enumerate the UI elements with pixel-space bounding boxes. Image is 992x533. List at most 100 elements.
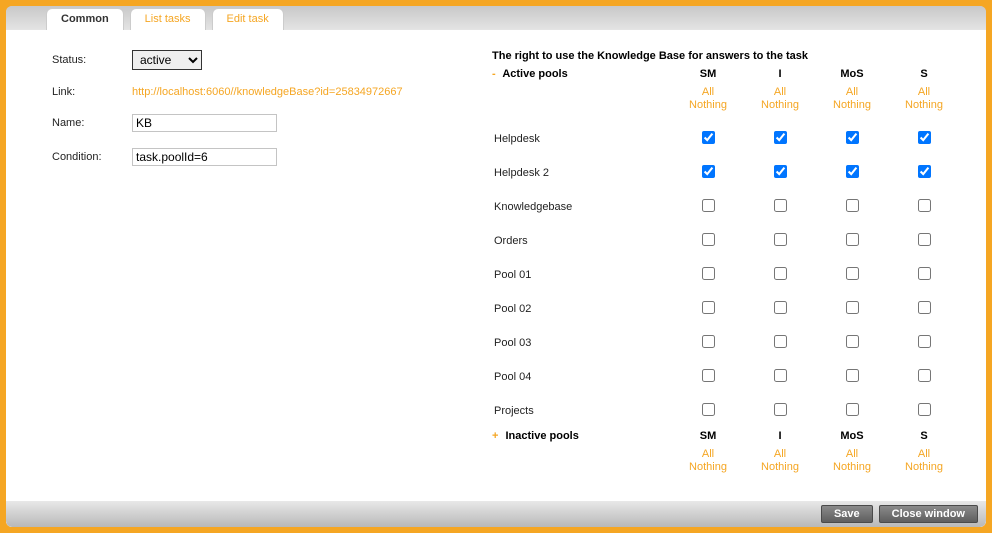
- permission-checkbox[interactable]: [846, 131, 859, 144]
- permission-checkbox[interactable]: [846, 403, 859, 416]
- pool-row: Helpdesk 2: [492, 156, 974, 190]
- all-s-active[interactable]: All: [888, 86, 960, 99]
- all-i-inactive[interactable]: All: [744, 448, 816, 461]
- nothing-sm-inactive[interactable]: Nothing: [672, 461, 744, 474]
- nothing-s-inactive[interactable]: Nothing: [888, 461, 960, 474]
- permission-checkbox[interactable]: [918, 335, 931, 348]
- permission-checkbox[interactable]: [918, 301, 931, 314]
- permission-checkbox[interactable]: [774, 131, 787, 144]
- pool-name: Pool 01: [492, 269, 672, 281]
- pool-row: Helpdesk: [492, 122, 974, 156]
- pool-name: Projects: [492, 405, 672, 417]
- all-mos-inactive[interactable]: All: [816, 448, 888, 461]
- pool-name: Orders: [492, 235, 672, 247]
- permission-checkbox[interactable]: [774, 335, 787, 348]
- permission-checkbox[interactable]: [702, 165, 715, 178]
- col-s: S: [888, 68, 960, 80]
- tabs-bar: Common List tasks Edit task: [6, 6, 986, 30]
- permission-checkbox[interactable]: [774, 301, 787, 314]
- permission-checkbox[interactable]: [774, 403, 787, 416]
- permission-checkbox[interactable]: [846, 267, 859, 280]
- pool-row: Pool 03: [492, 326, 974, 360]
- condition-label: Condition:: [52, 151, 132, 163]
- permission-checkbox[interactable]: [702, 335, 715, 348]
- permission-checkbox[interactable]: [918, 199, 931, 212]
- condition-input[interactable]: [132, 148, 277, 166]
- permission-checkbox[interactable]: [774, 267, 787, 280]
- nothing-s-active[interactable]: Nothing: [888, 99, 960, 112]
- rights-title: The right to use the Knowledge Base for …: [492, 50, 974, 62]
- tab-list-tasks[interactable]: List tasks: [130, 8, 206, 30]
- footer-bar: Save Close window: [6, 501, 986, 527]
- tab-edit-task[interactable]: Edit task: [212, 8, 284, 30]
- col-sm-inactive: SM: [672, 430, 744, 442]
- nothing-mos-active[interactable]: Nothing: [816, 99, 888, 112]
- inactive-toggle-icon[interactable]: +: [492, 430, 498, 442]
- permission-checkbox[interactable]: [918, 267, 931, 280]
- permission-checkbox[interactable]: [846, 335, 859, 348]
- pool-row: Pool 01: [492, 258, 974, 292]
- pool-name: Pool 02: [492, 303, 672, 315]
- permission-checkbox[interactable]: [702, 233, 715, 246]
- permission-checkbox[interactable]: [918, 403, 931, 416]
- permission-checkbox[interactable]: [918, 131, 931, 144]
- col-i-inactive: I: [744, 430, 816, 442]
- permission-checkbox[interactable]: [846, 301, 859, 314]
- permission-checkbox[interactable]: [918, 233, 931, 246]
- pool-row: Orders: [492, 224, 974, 258]
- permission-checkbox[interactable]: [774, 165, 787, 178]
- permission-checkbox[interactable]: [702, 403, 715, 416]
- active-toggle-icon[interactable]: -: [492, 68, 496, 80]
- nothing-i-active[interactable]: Nothing: [744, 99, 816, 112]
- all-i-active[interactable]: All: [744, 86, 816, 99]
- close-button[interactable]: Close window: [879, 505, 978, 523]
- pool-name: Helpdesk: [492, 133, 672, 145]
- permission-checkbox[interactable]: [846, 233, 859, 246]
- active-section-label: Active pools: [502, 68, 567, 80]
- col-s-inactive: S: [888, 430, 960, 442]
- permission-checkbox[interactable]: [774, 369, 787, 382]
- pool-row: Pool 04: [492, 360, 974, 394]
- col-mos-inactive: MoS: [816, 430, 888, 442]
- col-sm: SM: [672, 68, 744, 80]
- pool-name: Pool 03: [492, 337, 672, 349]
- pool-name: Pool 04: [492, 371, 672, 383]
- permission-checkbox[interactable]: [702, 267, 715, 280]
- permission-checkbox[interactable]: [702, 369, 715, 382]
- status-select[interactable]: active: [132, 50, 202, 70]
- save-button[interactable]: Save: [821, 505, 873, 523]
- pool-row: Projects: [492, 394, 974, 428]
- nothing-mos-inactive[interactable]: Nothing: [816, 461, 888, 474]
- permission-checkbox[interactable]: [702, 301, 715, 314]
- name-input[interactable]: [132, 114, 277, 132]
- permission-checkbox[interactable]: [846, 369, 859, 382]
- all-mos-active[interactable]: All: [816, 86, 888, 99]
- pool-name: Helpdesk 2: [492, 167, 672, 179]
- permission-checkbox[interactable]: [702, 199, 715, 212]
- form-panel: Status: active Link: http://localhost:60…: [52, 50, 492, 493]
- pool-row: Pool 02: [492, 292, 974, 326]
- tab-common[interactable]: Common: [46, 8, 124, 30]
- permission-checkbox[interactable]: [846, 199, 859, 212]
- pool-name: Knowledgebase: [492, 201, 672, 213]
- permission-checkbox[interactable]: [702, 131, 715, 144]
- status-label: Status:: [52, 54, 132, 66]
- name-label: Name:: [52, 117, 132, 129]
- permission-checkbox[interactable]: [846, 165, 859, 178]
- permission-checkbox[interactable]: [774, 199, 787, 212]
- all-sm-active[interactable]: All: [672, 86, 744, 99]
- all-s-inactive[interactable]: All: [888, 448, 960, 461]
- link-label: Link:: [52, 86, 132, 98]
- rights-panel: The right to use the Knowledge Base for …: [492, 50, 974, 493]
- link-value[interactable]: http://localhost:6060//knowledgeBase?id=…: [132, 86, 403, 98]
- all-sm-inactive[interactable]: All: [672, 448, 744, 461]
- nothing-sm-active[interactable]: Nothing: [672, 99, 744, 112]
- pool-row: Knowledgebase: [492, 190, 974, 224]
- permission-checkbox[interactable]: [918, 369, 931, 382]
- nothing-i-inactive[interactable]: Nothing: [744, 461, 816, 474]
- inactive-section-label: Inactive pools: [506, 430, 579, 442]
- permission-checkbox[interactable]: [774, 233, 787, 246]
- permission-checkbox[interactable]: [918, 165, 931, 178]
- col-mos: MoS: [816, 68, 888, 80]
- col-i: I: [744, 68, 816, 80]
